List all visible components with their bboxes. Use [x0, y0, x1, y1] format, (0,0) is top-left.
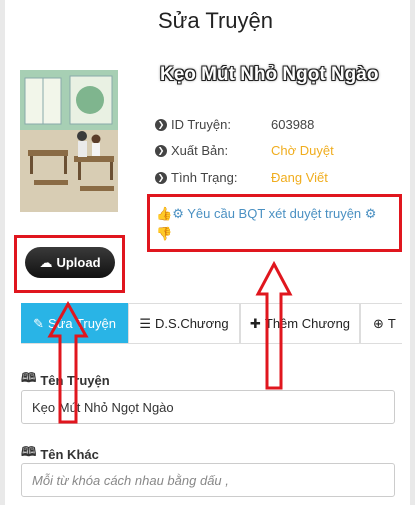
- info-row-status: ❯ Tình Trạng:: [155, 170, 237, 185]
- page-title: Sửa Truyện: [158, 8, 274, 33]
- tab-label-more: T: [387, 316, 396, 331]
- annotation-arrow-upload: [47, 300, 89, 424]
- info-value-publish: Chờ Duyệt: [271, 143, 334, 158]
- tab-label-chapter-list: D.S.Chương: [155, 316, 229, 331]
- edit-icon: ✎: [33, 315, 44, 331]
- story-title: Kẹo Mút Nhỏ Ngọt Ngào: [160, 64, 379, 85]
- info-row-id: ❯ ID Truyện:: [155, 117, 231, 132]
- left-gutter: [0, 0, 5, 505]
- chevron-circle-right-icon: ❯: [155, 118, 167, 131]
- info-value-id: 603988: [271, 117, 315, 132]
- tab-chapter-list[interactable]: ☰ D.S.Chương: [128, 303, 240, 343]
- annotation-box-upload: [14, 235, 125, 293]
- annotation-arrow-request: [255, 260, 293, 390]
- info-value-status: Đang Viết: [271, 170, 328, 185]
- story-cover-image: [20, 70, 118, 212]
- other-name-label-text: Tên Khác: [40, 446, 99, 462]
- other-name-label: 🕮 Tên Khác: [21, 443, 99, 465]
- chevron-circle-right-icon: ❯: [155, 171, 167, 184]
- annotation-box-request: [147, 194, 402, 252]
- tab-more[interactable]: ⊕ T: [360, 303, 402, 343]
- book-icon: 🕮: [21, 444, 37, 459]
- info-label-status: Tình Trạng:: [171, 170, 238, 185]
- list-icon: ☰: [139, 315, 152, 331]
- right-gutter: [410, 0, 415, 505]
- info-label-id: ID Truyện:: [171, 117, 231, 132]
- plus-circle-icon: ⊕: [373, 315, 384, 331]
- info-row-publish: ❯ Xuất Bản:: [155, 143, 228, 158]
- book-icon: 🕮: [21, 370, 37, 385]
- other-name-input[interactable]: [21, 463, 395, 497]
- info-label-publish: Xuất Bản:: [171, 143, 229, 158]
- chevron-circle-right-icon: ❯: [155, 144, 167, 157]
